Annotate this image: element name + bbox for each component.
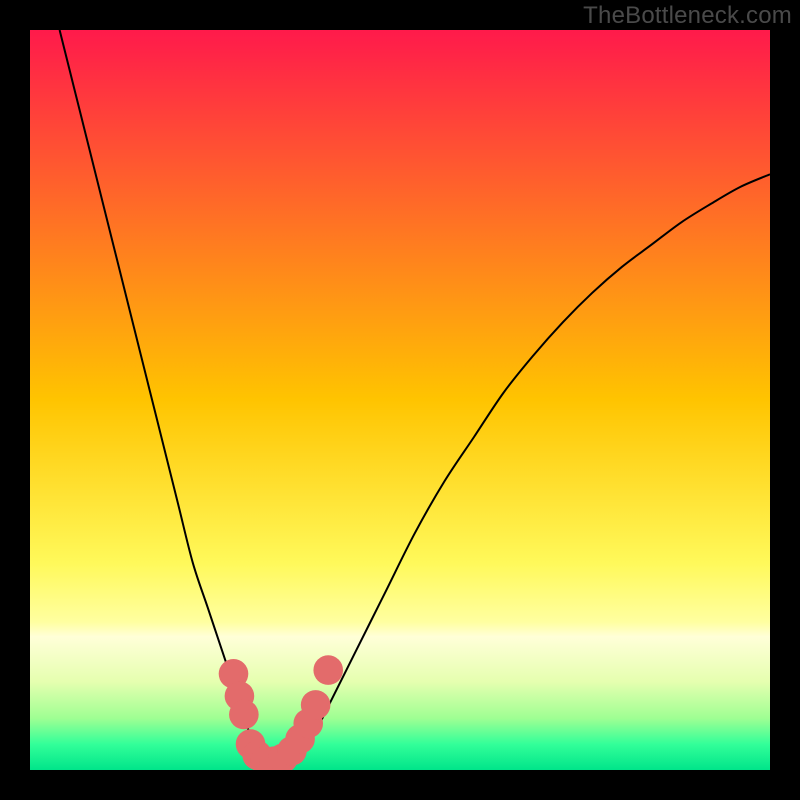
- gradient-background: [30, 30, 770, 770]
- chart-svg: [30, 30, 770, 770]
- marker-dot: [313, 655, 343, 685]
- plot-area: [30, 30, 770, 770]
- chart-frame: TheBottleneck.com: [0, 0, 800, 800]
- marker-dot: [229, 700, 259, 730]
- marker-dot: [301, 690, 331, 720]
- watermark-text: TheBottleneck.com: [583, 2, 792, 30]
